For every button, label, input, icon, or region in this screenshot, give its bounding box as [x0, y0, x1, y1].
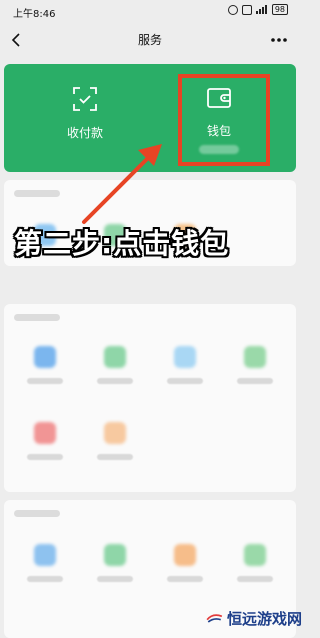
watermark-logo-icon [206, 614, 223, 623]
service-label-blurred [27, 576, 63, 582]
service-icon[interactable] [104, 346, 126, 368]
watermark: 恒远游戏网 [206, 598, 302, 638]
service-label-blurred [97, 378, 133, 384]
service-label-blurred [27, 454, 63, 460]
service-icon[interactable] [174, 346, 196, 368]
service-label-blurred [27, 378, 63, 384]
service-icon[interactable] [34, 346, 56, 368]
service-label-blurred [167, 378, 203, 384]
service-icon[interactable] [104, 422, 126, 444]
service-icon[interactable] [244, 346, 266, 368]
service-label-blurred [237, 576, 273, 582]
service-icon[interactable] [104, 544, 126, 566]
callout-text: 第二步:点击钱包 [14, 227, 230, 260]
section-heading-blurred [14, 314, 60, 321]
service-label-blurred [97, 576, 133, 582]
section-heading-blurred [14, 510, 60, 517]
service-icon[interactable] [174, 544, 196, 566]
service-section-2 [4, 304, 296, 492]
service-label-blurred [97, 454, 133, 460]
watermark-text: 恒远游戏网 [226, 609, 302, 628]
service-icon[interactable] [34, 544, 56, 566]
service-label-blurred [167, 576, 203, 582]
service-icon[interactable] [244, 544, 266, 566]
service-label-blurred [237, 378, 273, 384]
service-icon[interactable] [34, 422, 56, 444]
